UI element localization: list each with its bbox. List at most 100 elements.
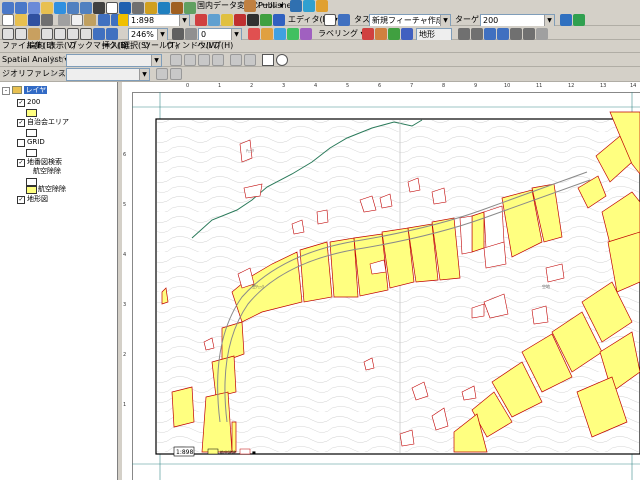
georef-layer-combo[interactable]: ▼ [66, 68, 150, 81]
spatial-steep-icon[interactable] [198, 54, 210, 66]
ruler-tick: 3 [123, 302, 127, 308]
layer-checkbox[interactable]: ✓ [17, 99, 25, 107]
toc-root[interactable]: - レイヤ [2, 86, 48, 95]
legend-class-label: 航空除除 [33, 167, 61, 175]
effects-icon-a[interactable] [248, 28, 260, 40]
parcel-label: 空ﾁｪｯｸ [252, 283, 264, 289]
print-icon[interactable] [41, 14, 53, 26]
georef-tool-icon-b[interactable] [170, 68, 182, 80]
chevron-down-icon[interactable]: ▼ [231, 29, 241, 40]
layer-label[interactable]: GRID [27, 138, 45, 147]
convert-icon[interactable] [244, 0, 256, 12]
toolbox-icon[interactable] [234, 14, 246, 26]
layer-swatch[interactable] [26, 149, 37, 157]
layout-icon-a[interactable] [458, 28, 470, 40]
next-extent-page-icon[interactable] [106, 28, 118, 40]
layout-icon-b[interactable] [471, 28, 483, 40]
layer-swatch[interactable] [26, 129, 37, 137]
previous-extent-page-icon[interactable] [93, 28, 105, 40]
spatial-contour-icon[interactable] [184, 54, 196, 66]
editor-toolbar-icon[interactable] [195, 14, 207, 26]
layout-icon-c[interactable] [484, 28, 496, 40]
new-document-icon[interactable] [2, 14, 14, 26]
georeferencing-toolbar: ジオリファレンス(G) ▾ レイヤ: ▼ [0, 67, 640, 82]
label-weight-icon[interactable] [388, 28, 400, 40]
catalog-icon[interactable] [221, 14, 233, 26]
layout-icon-g[interactable] [536, 28, 548, 40]
effects-icon-d[interactable] [287, 28, 299, 40]
publish-icon-c[interactable] [316, 0, 328, 12]
publish-icon-b[interactable] [303, 0, 315, 12]
spatial-circle-icon[interactable] [276, 54, 288, 66]
layer-swatch[interactable] [26, 186, 37, 194]
undo-icon[interactable] [98, 14, 110, 26]
layer-swatch[interactable] [26, 109, 37, 117]
layout-icon-d[interactable] [497, 28, 509, 40]
sketch-properties-icon[interactable] [573, 14, 585, 26]
effects-icon-e[interactable] [300, 28, 312, 40]
spatial-tool-icon-e[interactable] [230, 54, 242, 66]
chevron-down-icon[interactable]: ▼ [179, 15, 189, 26]
map-scale-value: 1:898 [131, 16, 155, 25]
layout-toolbar: 246% ▼ 0 ▼ ラベリング ▾ 地形 [0, 26, 640, 41]
command-line-icon[interactable] [247, 14, 259, 26]
spatial-tool-icon-f[interactable] [244, 54, 256, 66]
layer-checkbox[interactable]: ✓ [17, 196, 25, 204]
chevron-down-icon[interactable]: ▼ [157, 29, 167, 40]
edit-tool-icon[interactable] [324, 14, 336, 26]
collapse-icon[interactable]: - [2, 87, 10, 95]
georef-tool-icon-a[interactable] [156, 68, 168, 80]
zoom-100-icon[interactable] [54, 28, 66, 40]
attributes-icon[interactable] [560, 14, 572, 26]
spatial-layer-combo[interactable]: ▼ [66, 54, 162, 67]
chevron-down-icon[interactable]: ▼ [139, 69, 149, 80]
spatial-histogram-icon[interactable] [170, 54, 182, 66]
model-builder-icon[interactable] [260, 14, 272, 26]
focus-frame-icon[interactable] [185, 28, 197, 40]
copy-icon[interactable] [71, 14, 83, 26]
toggle-draft-icon[interactable] [172, 28, 184, 40]
lock-labels-icon[interactable] [401, 28, 413, 40]
ruler-tick: 0 [186, 83, 190, 89]
layout-icon-e[interactable] [510, 28, 522, 40]
layout-view[interactable]: 0 1 2 3 4 5 6 7 8 9 10 11 12 13 14 6 5 4… [122, 82, 640, 480]
layer-checkbox[interactable] [17, 139, 25, 147]
paste-icon[interactable] [84, 14, 96, 26]
layer-label[interactable]: 地形図 [27, 195, 48, 204]
layer-label[interactable]: 地番図検索 [27, 158, 62, 167]
label-manager-icon[interactable] [362, 28, 374, 40]
open-folder-icon[interactable] [15, 14, 27, 26]
layer-checkbox[interactable]: ✓ [17, 159, 25, 167]
map-frame[interactable]: 空ﾁｪｯｸ ﾁｪｯｸ 空地 1:898 航空除除 ■ [132, 92, 640, 480]
chevron-down-icon[interactable]: ▼ [151, 55, 161, 66]
effects-icon-b[interactable] [261, 28, 273, 40]
effects-icon-c[interactable] [274, 28, 286, 40]
ruler-tick: 3 [282, 83, 286, 89]
chevron-down-icon[interactable]: ▼ [440, 15, 450, 26]
layer-label[interactable]: 200 [27, 98, 40, 107]
layer-label[interactable]: 自治会エリア [27, 118, 69, 127]
layer-checkbox[interactable]: ✓ [17, 119, 25, 127]
spatial-tool-icon-g[interactable] [262, 54, 274, 66]
help-icon[interactable] [273, 14, 285, 26]
layer-swatch[interactable] [26, 178, 37, 186]
zoom-whole-page-icon[interactable] [41, 28, 53, 40]
ruler-tick: 13 [600, 83, 607, 89]
sketch-tool-icon[interactable] [338, 14, 350, 26]
zoom-out-page-icon[interactable] [15, 28, 27, 40]
pan-page-icon[interactable] [28, 28, 40, 40]
save-icon[interactable] [28, 14, 40, 26]
chevron-down-icon[interactable]: ▼ [544, 15, 554, 26]
ruler-tick: 10 [504, 83, 511, 89]
spatial-cell-icon[interactable] [212, 54, 224, 66]
fixed-zoom-in-page-icon[interactable] [67, 28, 79, 40]
label-priority-icon[interactable] [375, 28, 387, 40]
cut-icon[interactable] [58, 14, 70, 26]
labeling-menu[interactable]: ラベリング ▾ [318, 28, 365, 40]
layout-icon-f[interactable] [523, 28, 535, 40]
zoom-in-page-icon[interactable] [2, 28, 14, 40]
menu-help[interactable]: ヘルプ(H) [197, 40, 233, 52]
fixed-zoom-out-page-icon[interactable] [80, 28, 92, 40]
publish-icon-a[interactable] [290, 0, 302, 12]
toc-icon[interactable] [208, 14, 220, 26]
